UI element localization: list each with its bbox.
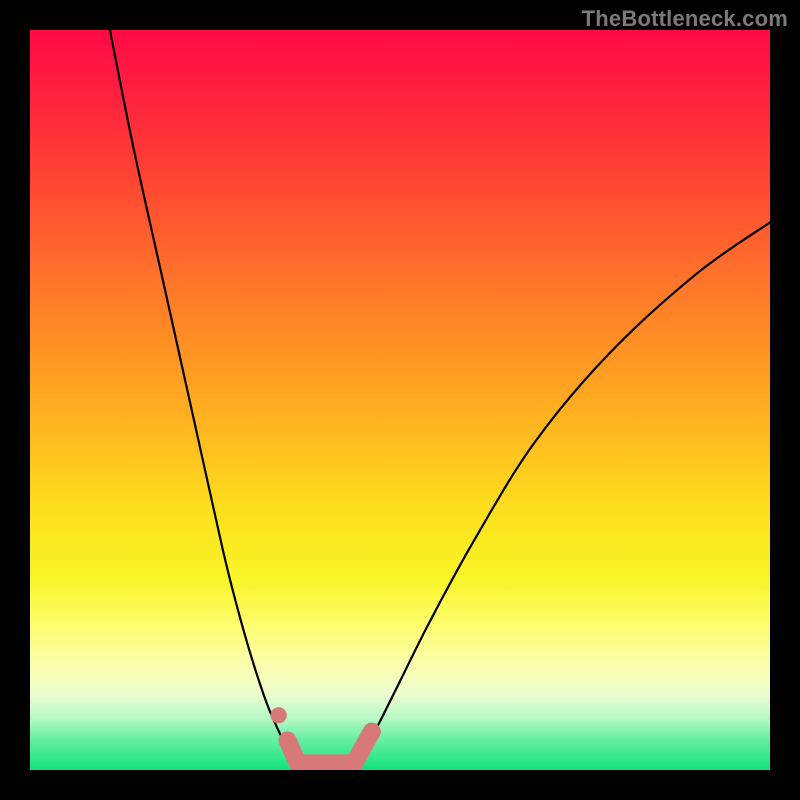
watermark-text: TheBottleneck.com xyxy=(582,6,788,32)
marker-right-stub xyxy=(354,732,372,764)
chart-frame: TheBottleneck.com xyxy=(0,0,800,800)
marker-layer xyxy=(30,30,770,770)
plot-area xyxy=(30,30,770,770)
marker-dot xyxy=(271,707,287,723)
